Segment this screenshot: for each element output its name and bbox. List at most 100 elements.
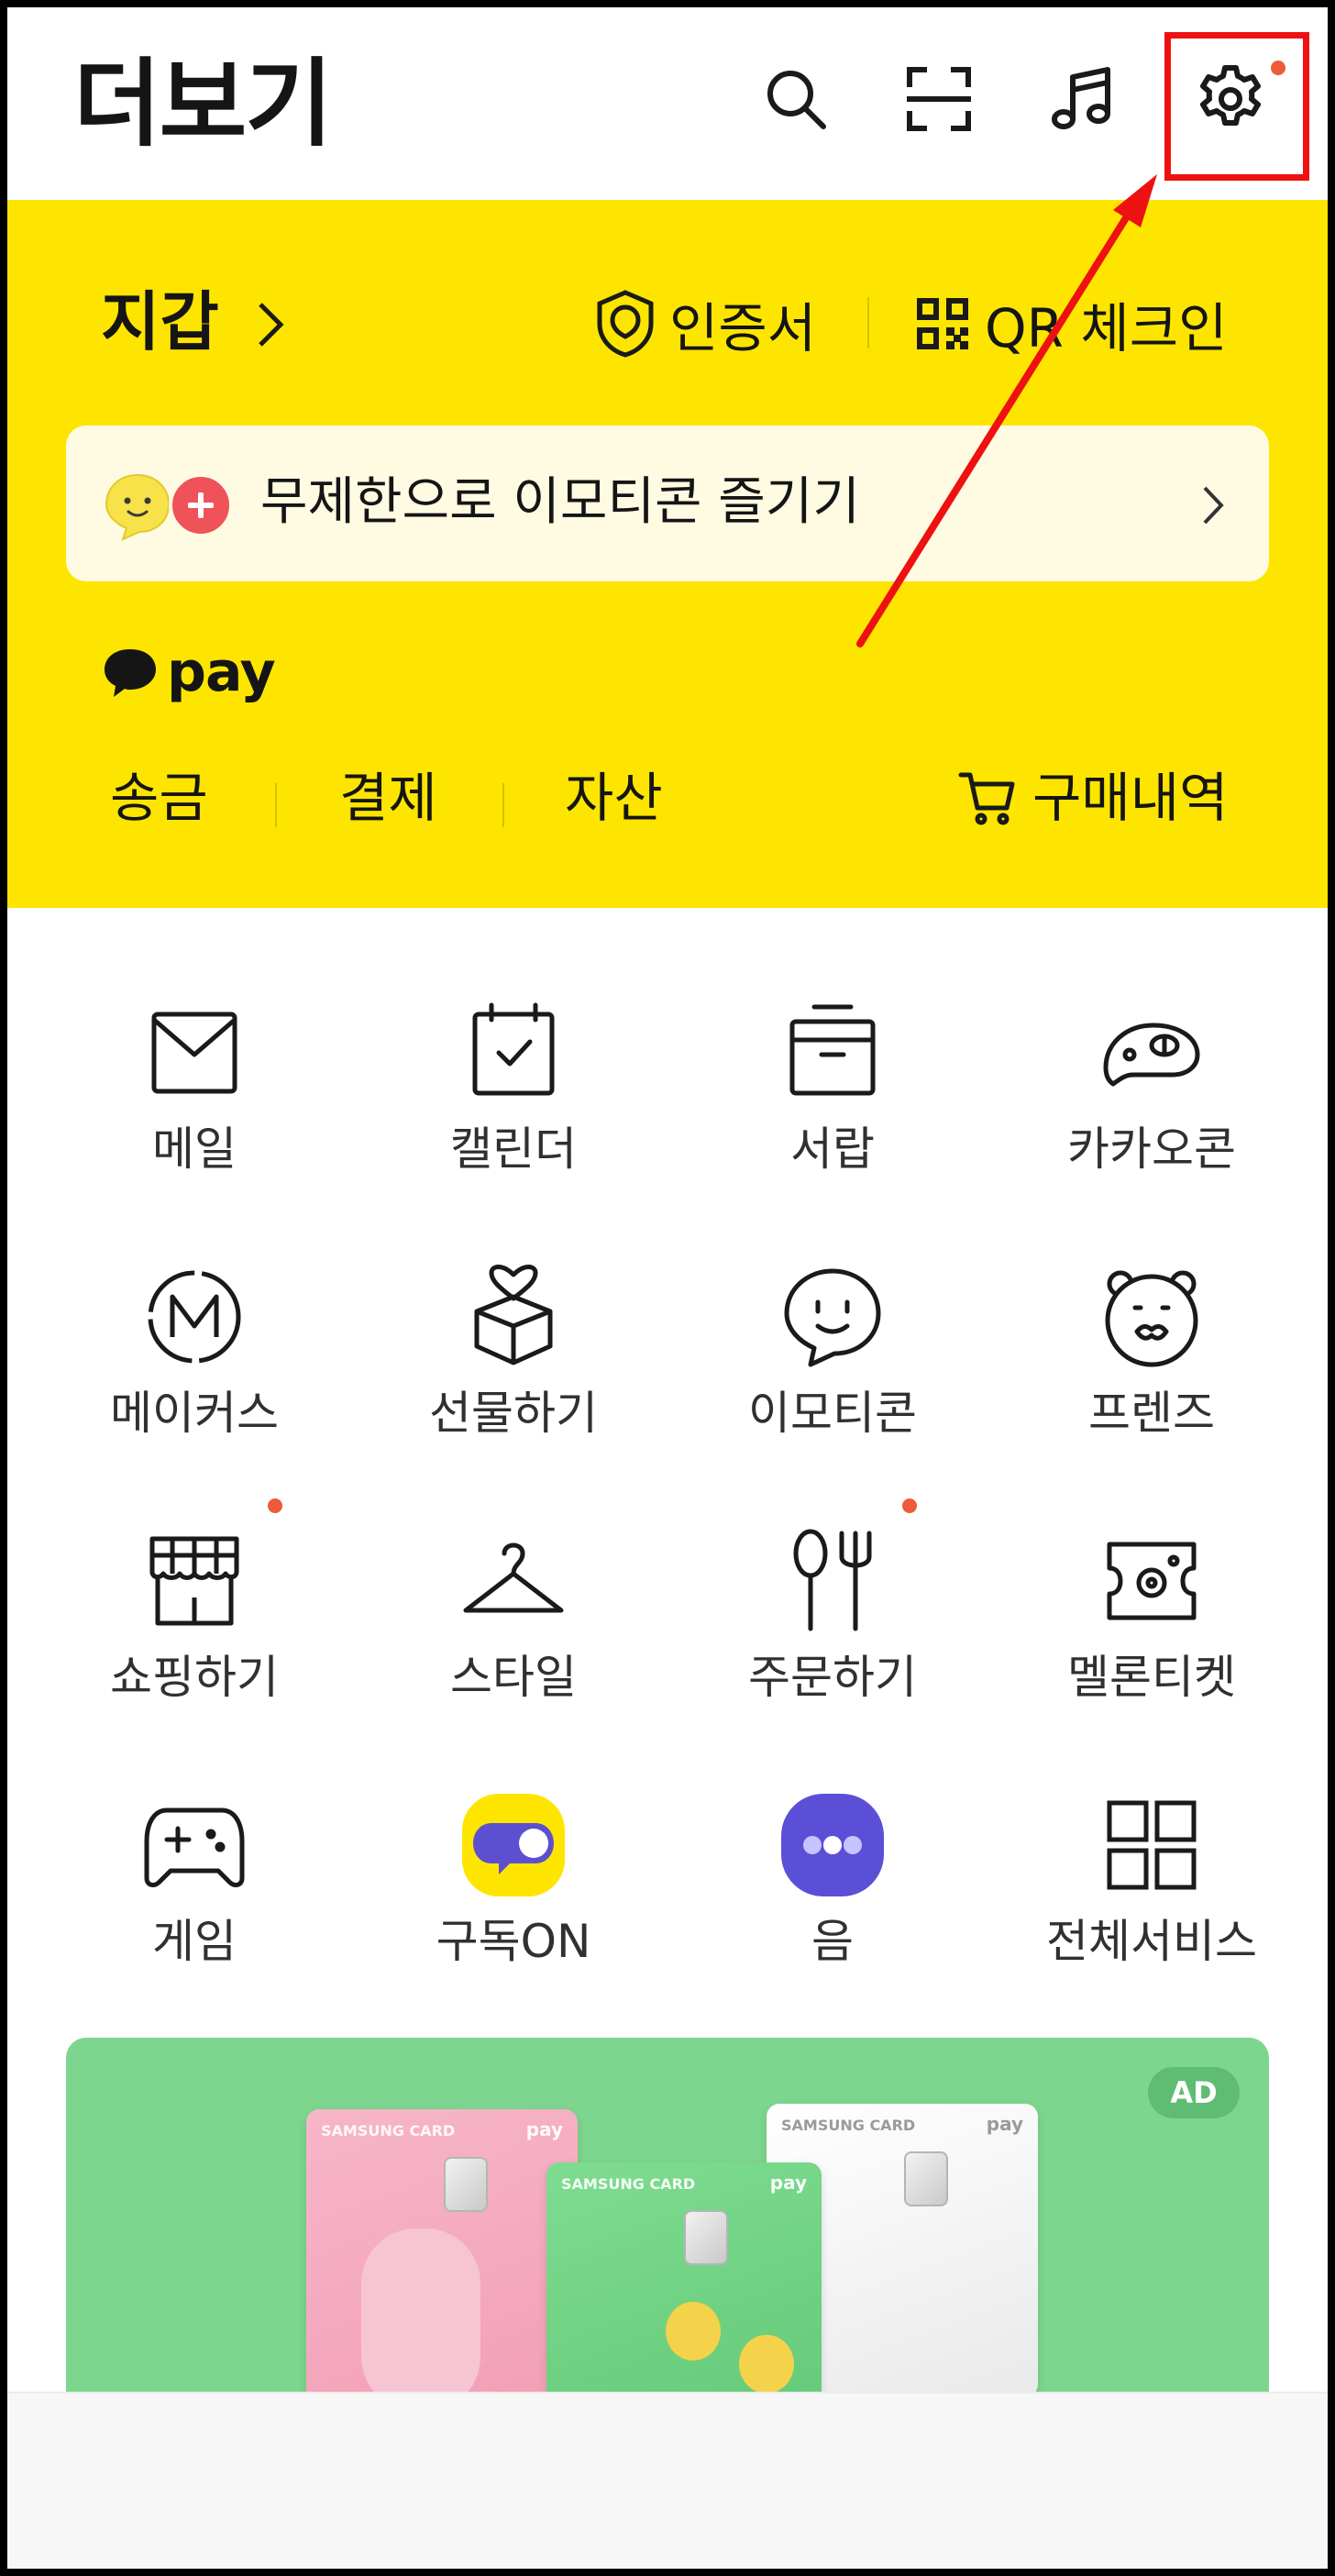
speech-bubble-icon: [105, 649, 156, 697]
hanger-icon: [458, 1526, 568, 1636]
service-label: 주문하기: [748, 1651, 917, 1704]
makers-icon: [139, 1262, 249, 1372]
service-label: 메일: [152, 1122, 237, 1176]
mail-icon: [139, 998, 249, 1108]
service-label: 스타일: [450, 1651, 577, 1704]
chevron-right-icon: [1203, 486, 1224, 525]
service-label: 구독ON: [436, 1915, 591, 1968]
service-label: 서랍: [790, 1122, 875, 1176]
order-icon: [778, 1526, 888, 1636]
annotation-highlight-box: [1164, 32, 1309, 181]
bottom-area: [7, 2392, 1328, 2569]
card-chip: [444, 2157, 488, 2212]
service-emoticon[interactable]: 이모티콘: [695, 1262, 970, 1491]
search-icon[interactable]: [750, 53, 842, 145]
service-gift[interactable]: 선물하기: [376, 1262, 651, 1491]
subscribe-on-icon: [458, 1790, 568, 1900]
shop-icon: [139, 1526, 249, 1636]
service-label: 캘린더: [450, 1122, 577, 1176]
top-bar: 더보기: [7, 7, 1328, 200]
emoticon-face-icon: [105, 473, 171, 541]
service-game[interactable]: 게임: [57, 1790, 332, 2019]
service-label: 게임: [152, 1915, 237, 1968]
service-mail[interactable]: 메일: [57, 998, 332, 1227]
ticket-icon: [1097, 1526, 1207, 1636]
card-chip: [904, 2151, 948, 2206]
certificate-button[interactable]: 인증서: [594, 282, 816, 365]
service-shopping[interactable]: 쇼핑하기: [57, 1498, 332, 1755]
ad-banner[interactable]: AD SAMSUNG CARD pay SAMSUNG CARD pay SAM…: [66, 2038, 1269, 2423]
gamepad-icon: [139, 1790, 249, 1900]
pay-menu-assets[interactable]: 자산: [565, 761, 663, 835]
new-badge-dot: [268, 1498, 282, 1513]
chevron-right-icon[interactable]: [251, 297, 288, 352]
service-label: 쇼핑하기: [110, 1651, 279, 1704]
gift-icon: [458, 1262, 568, 1372]
service-label: 음: [811, 1915, 854, 1968]
new-badge-dot: [902, 1498, 917, 1513]
card-brand: SAMSUNG CARD: [321, 2122, 456, 2139]
service-drawer[interactable]: 서랍: [695, 998, 970, 1227]
services-grid: 메일 캘린더 서랍 카카오콘 메이커스 선물하기 이모티콘 프렌즈 쇼핑하기 스…: [7, 908, 1328, 2008]
all-services-icon: [1097, 1790, 1207, 1900]
service-calendar[interactable]: 캘린더: [376, 998, 651, 1227]
card-pay: pay: [769, 2172, 807, 2194]
service-makers[interactable]: 메이커스: [57, 1262, 332, 1491]
pay-menu-payment[interactable]: 결제: [339, 761, 437, 835]
divider: [867, 297, 869, 348]
pay-menu-transfer[interactable]: 송금: [110, 761, 208, 835]
divider: [275, 783, 277, 827]
emoticon-banner-text: 무제한으로 이모티콘 즐기기: [260, 472, 860, 532]
card-brand: SAMSUNG CARD: [561, 2175, 696, 2193]
eum-icon: [778, 1790, 888, 1900]
service-melon-ticket[interactable]: 멜론티켓: [1014, 1526, 1289, 1755]
certificate-label: 인증서: [669, 297, 817, 359]
kakaopay-logo[interactable]: pay: [101, 631, 276, 713]
service-label: 멜론티켓: [1067, 1651, 1236, 1704]
service-kakaocon[interactable]: 카카오콘: [1014, 998, 1289, 1227]
service-subscribe-on[interactable]: 구독ON: [376, 1790, 651, 2019]
emoticon-icon: [778, 1262, 888, 1372]
shield-icon: [597, 290, 654, 358]
service-label: 메이커스: [110, 1387, 279, 1440]
card-brand: SAMSUNG CARD: [781, 2117, 916, 2134]
kakaocon-icon: [1097, 998, 1207, 1108]
scan-icon[interactable]: [893, 53, 985, 145]
qr-checkin-button[interactable]: QR 체크인: [913, 282, 1227, 365]
emoticon-plus-banner[interactable]: 무제한으로 이모티콘 즐기기: [66, 426, 1269, 581]
qr-icon: [917, 298, 968, 349]
card-chip: [684, 2210, 728, 2265]
friends-icon: [1097, 1262, 1207, 1372]
pay-logo-text: pay: [167, 640, 276, 704]
service-order[interactable]: 주문하기: [695, 1498, 970, 1755]
purchase-history-button[interactable]: 구매내역: [957, 761, 1228, 835]
drawer-icon: [778, 998, 888, 1108]
page-title: 더보기: [73, 48, 333, 160]
service-style[interactable]: 스타일: [376, 1526, 651, 1755]
service-label: 카카오콘: [1067, 1122, 1236, 1176]
card-image-green: SAMSUNG CARD pay: [546, 2162, 822, 2423]
card-pay: pay: [525, 2118, 563, 2140]
card-pay: pay: [986, 2113, 1023, 2135]
service-all-services[interactable]: 전체서비스: [1014, 1790, 1289, 2019]
card-image-pink: SAMSUNG CARD pay: [306, 2109, 578, 2403]
service-label: 프렌즈: [1088, 1387, 1215, 1440]
character-face-shape: [666, 2302, 721, 2360]
divider: [502, 783, 504, 827]
ad-badge: AD: [1148, 2067, 1240, 2118]
service-eum[interactable]: 음: [695, 1790, 970, 2019]
cart-icon: [958, 772, 1015, 825]
qr-checkin-label: QR 체크인: [985, 297, 1228, 359]
rabbit-ear-shape: [361, 2228, 480, 2403]
purchase-history-label: 구매내역: [1032, 767, 1229, 829]
service-label: 선물하기: [429, 1387, 598, 1440]
wallet-title[interactable]: 지갑: [101, 281, 219, 363]
calendar-icon: [458, 998, 568, 1108]
service-label: 이모티콘: [748, 1387, 917, 1440]
plus-icon: [169, 473, 233, 537]
service-friends[interactable]: 프렌즈: [1014, 1262, 1289, 1491]
character-face-shape: [739, 2335, 794, 2394]
music-icon[interactable]: [1036, 53, 1128, 145]
wallet-section: 지갑 인증서 QR 체크인 무제한으로 이모티콘 즐기기 pay 송금 결제 자…: [7, 200, 1328, 908]
service-label: 전체서비스: [1046, 1915, 1257, 1968]
